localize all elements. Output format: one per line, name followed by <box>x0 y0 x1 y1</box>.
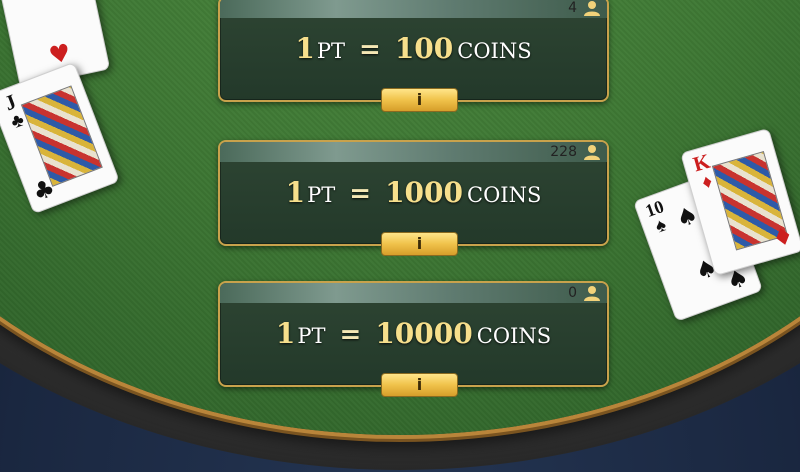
stake-table-3[interactable]: 0 1PT = 10000 COINS i <box>218 281 609 397</box>
coins-value: 100 <box>394 32 454 65</box>
info-button[interactable]: i <box>381 232 458 256</box>
user-icon <box>584 1 600 16</box>
equals-sign: = <box>359 35 381 65</box>
points-unit: PT <box>297 324 326 348</box>
user-icon <box>584 145 600 160</box>
coins-value: 10000 <box>375 317 473 350</box>
panel-header <box>220 0 607 18</box>
coins-unit: COINS <box>476 324 552 348</box>
points-value: 1 <box>275 317 296 350</box>
points-unit: PT <box>316 39 346 63</box>
coins-unit: COINS <box>457 39 532 63</box>
info-button[interactable]: i <box>381 373 458 397</box>
panel-header <box>220 142 607 162</box>
equals-sign: = <box>349 179 372 209</box>
points-value: 1 <box>295 32 315 65</box>
points-value: 1 <box>285 176 306 209</box>
stake-table-2[interactable]: 228 1PT = 1000 COINS i <box>218 140 609 256</box>
player-count: 0 <box>568 285 577 301</box>
coins-value: 1000 <box>385 176 463 209</box>
panel-header <box>220 283 607 303</box>
player-count: 4 <box>568 0 577 16</box>
exchange-rate: 1PT = 10000 COINS <box>220 317 607 350</box>
exchange-rate: 1PT = 100 COINS <box>220 32 607 65</box>
diamond-icon: ♦ <box>768 220 798 254</box>
player-count: 228 <box>550 144 577 160</box>
card-suit-icon: ♥ <box>6 0 31 6</box>
exchange-rate: 1PT = 1000 COINS <box>220 176 607 209</box>
stake-table-1[interactable]: 4 1PT = 100 COINS i <box>218 0 609 112</box>
points-unit: PT <box>307 183 336 207</box>
coins-unit: COINS <box>467 183 542 207</box>
user-icon <box>584 286 600 301</box>
info-button[interactable]: i <box>381 88 458 112</box>
equals-sign: = <box>339 320 362 350</box>
card-suit-icon: ♠ <box>652 214 670 238</box>
poker-table-scene: A ♥ ♥ J ♣ ♣ 10 ♠ ♠ ♠ ♠ ♠ K ♦ ♦ 4 <box>0 0 800 472</box>
